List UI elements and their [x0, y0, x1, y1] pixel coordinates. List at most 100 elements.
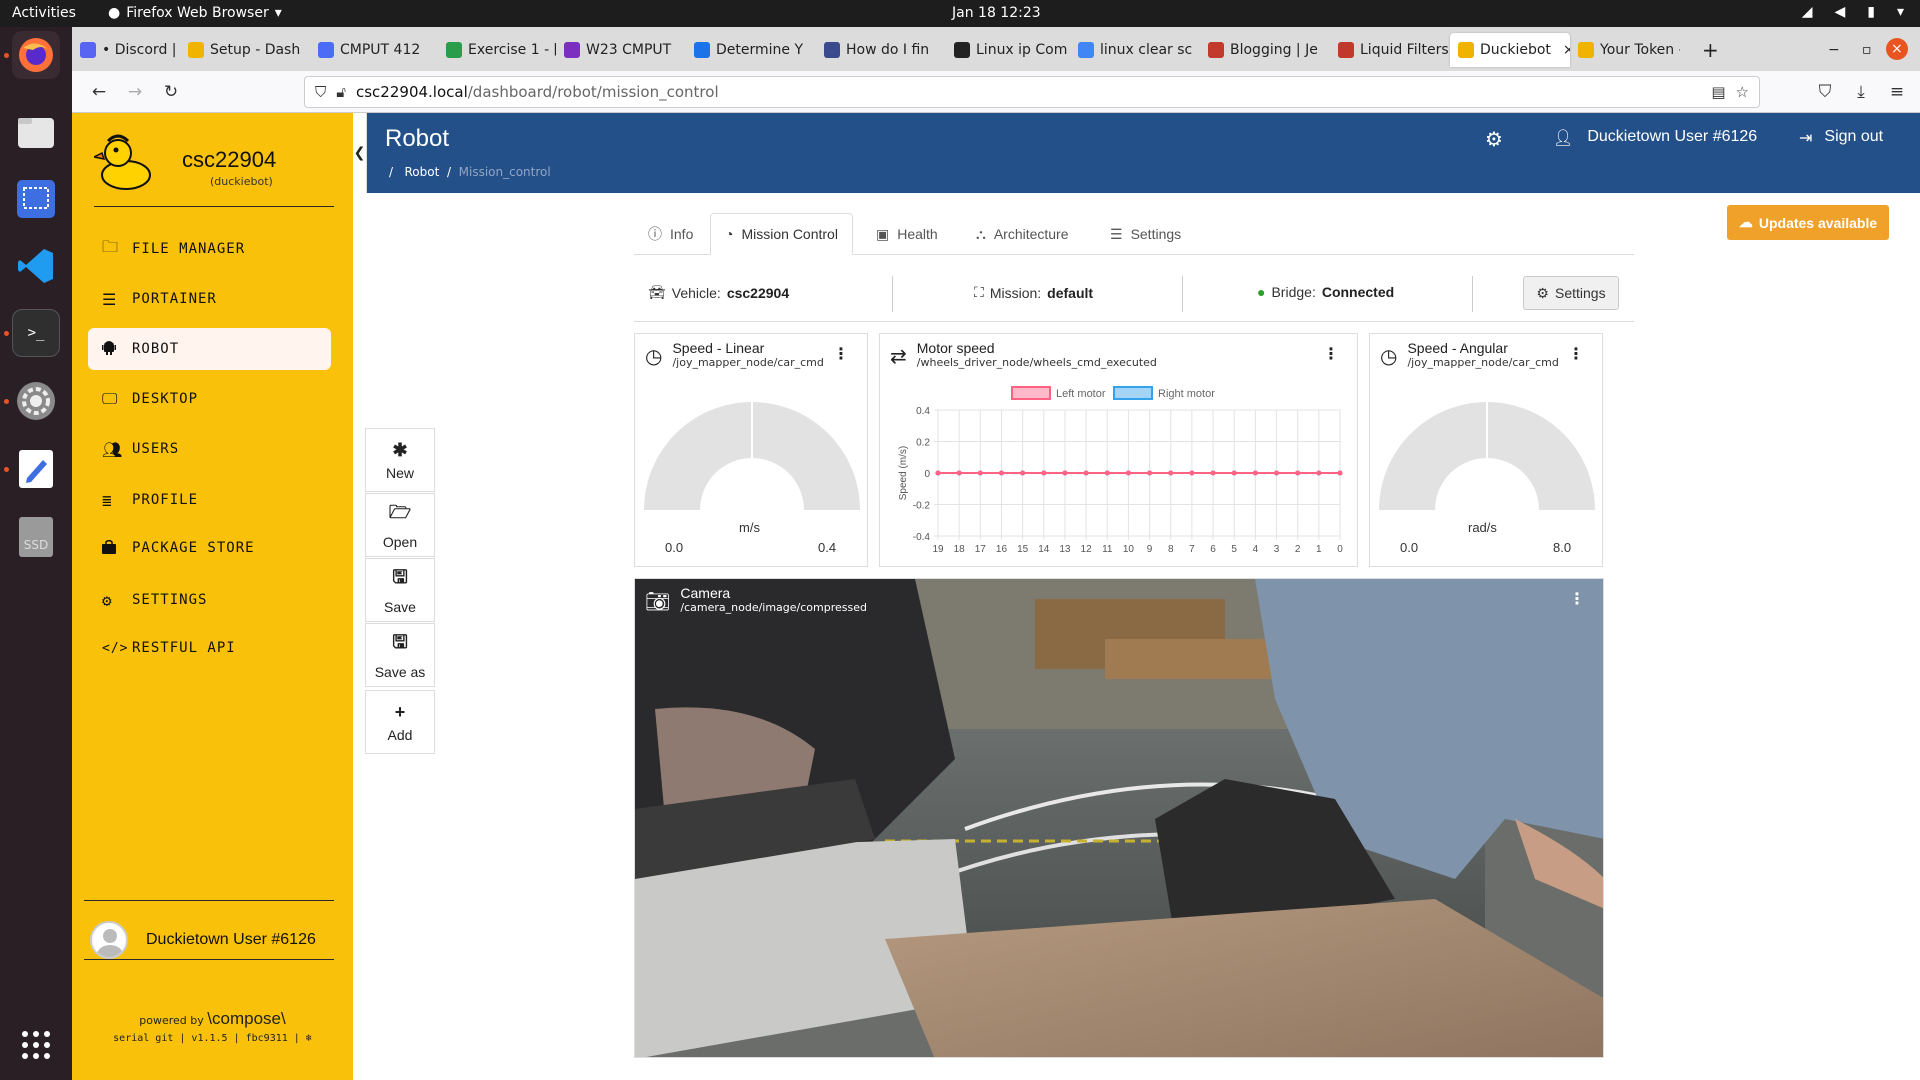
x-tick-label: 11 — [1102, 544, 1113, 555]
sidebar-item-robot[interactable]: ROBOT — [88, 328, 331, 370]
sidebar-item-profile[interactable]: ≣ PROFILE — [88, 479, 331, 521]
tab-settings[interactable]: ☰ Settings — [1096, 213, 1195, 255]
tab-info[interactable]: ⓘ Info — [634, 213, 707, 255]
save-button[interactable]: 🖫︎ Save — [365, 558, 435, 622]
clock[interactable]: Jan 18 12:23 — [952, 5, 1041, 21]
url-bar[interactable]: ⛉ 🔓︎ csc22904.local/dashboard/robot/miss… — [304, 76, 1760, 108]
x-tick-label: 16 — [996, 544, 1008, 555]
browser-tab[interactable]: Setup - Dash — [180, 33, 310, 67]
updates-available-button[interactable]: ☁ Updates available — [1727, 205, 1889, 240]
close-tab-icon[interactable]: × — [1557, 42, 1570, 58]
browser-tab[interactable]: How do I fin — [816, 33, 946, 67]
browser-tab[interactable]: CMPUT 412 — [310, 33, 438, 67]
data-point — [998, 470, 1004, 476]
list-icon: ≣ — [102, 490, 113, 510]
sidebar-item-package-store[interactable]: PACKAGE STORE — [88, 527, 331, 569]
tool-label: Save — [384, 599, 416, 615]
lock-icon: 🔓︎ — [336, 83, 346, 101]
y-tick-label: -0.2 — [913, 501, 931, 512]
mission-settings-button[interactable]: ⚙ Settings — [1523, 276, 1619, 310]
sidebar-item-label: RESTFUL API — [132, 640, 236, 656]
minimize-button[interactable]: − — [1820, 33, 1840, 67]
browser-tab[interactable]: • Discord | # — [72, 33, 180, 67]
reader-view-icon[interactable]: ▤ — [1711, 83, 1725, 101]
sidebar-collapse-button[interactable]: ❮ — [353, 113, 367, 193]
save-as-button[interactable]: 🖫︎ Save as — [365, 623, 435, 687]
tab-mission-control[interactable]: ◔ Mission Control — [710, 213, 853, 255]
header-user[interactable]: 👤︎ Duckietown User #6126 — [1553, 128, 1757, 148]
x-tick-label: 3 — [1274, 544, 1280, 555]
tab-label: W23 CMPUT — [586, 42, 672, 58]
cloud-download-icon: ☁ — [1738, 214, 1753, 230]
forward-button[interactable]: → — [122, 79, 148, 105]
settings-icon[interactable] — [12, 377, 60, 425]
header-user-name: Duckietown User #6126 — [1587, 128, 1758, 145]
reload-button[interactable]: ↻ — [158, 79, 184, 105]
browser-tab[interactable]: Your Token - — [1570, 33, 1680, 67]
tool-label: Open — [382, 534, 418, 550]
screenshot-icon[interactable] — [12, 175, 60, 223]
browser-tab[interactable]: linux clear sc — [1070, 33, 1200, 67]
speed-linear-widget: ◷ Speed - Linear /joy_mapper_node/car_cm… — [634, 333, 868, 567]
browser-nav-bar: ← → ↻ ⛉ 🔓︎ csc22904.local/dashboard/robo… — [72, 71, 1920, 113]
add-button[interactable]: + Add — [365, 690, 435, 754]
close-window-button[interactable]: × — [1886, 38, 1908, 60]
gear-icon[interactable]: ⚙ — [1485, 127, 1503, 151]
ssd-drive-icon[interactable]: SSD — [12, 513, 60, 561]
browser-tab[interactable]: W23 CMPUT — [556, 33, 686, 67]
browser-tab[interactable]: Liquid Filters — [1330, 33, 1450, 67]
back-button[interactable]: ← — [86, 79, 112, 105]
robot-type: (duckiebot) — [210, 175, 273, 188]
sidebar-item-desktop[interactable]: 🖵︎ DESKTOP — [88, 378, 331, 420]
text-editor-icon[interactable] — [12, 445, 60, 493]
terminal-icon[interactable]: >_ — [12, 309, 60, 357]
app-grid-icon[interactable] — [12, 1021, 60, 1069]
y-tick-label: 0 — [924, 469, 930, 480]
sidebar-item-portainer[interactable]: ☰ PORTAINER — [88, 278, 331, 320]
mission-status: ⛶ Mission: default — [974, 284, 1093, 301]
sidebar-item-restful-api[interactable]: </> RESTFUL API — [88, 627, 331, 669]
firefox-dock-icon[interactable] — [12, 31, 60, 79]
x-tick-label: 5 — [1231, 544, 1237, 555]
browser-tab[interactable]: Blogging | Je — [1200, 33, 1330, 67]
x-tick-label: 14 — [1038, 544, 1050, 555]
bookmark-star-icon[interactable]: ☆ — [1736, 83, 1759, 101]
open-button[interactable]: 🗁︎ Open — [365, 493, 435, 557]
browser-tab[interactable]: Determine Y — [686, 33, 816, 67]
data-point — [1168, 470, 1174, 476]
tab-favicon-icon — [1208, 42, 1224, 58]
vscode-icon[interactable] — [12, 242, 60, 290]
system-tray[interactable]: ◢ ◀ ▮ ▾ — [1802, 4, 1904, 20]
menu-icon[interactable]: ≡ — [1884, 79, 1910, 105]
downloads-icon[interactable]: ⤓ — [1848, 79, 1874, 105]
app-menu[interactable]: ● Firefox Web Browser ▾ — [108, 5, 282, 21]
camera-widget: 📷︎ Camera /camera_node/image/compressed … — [634, 578, 1604, 1058]
duckietown-logo-icon — [94, 134, 151, 190]
sign-out-button[interactable]: ⇥ Sign out — [1799, 128, 1883, 148]
pocket-icon[interactable]: ⛉ — [1812, 79, 1838, 105]
breadcrumb: / Robot / Mission_control — [389, 165, 551, 179]
sidebar-user[interactable]: Duckietown User #6126 — [84, 900, 334, 960]
browser-tab[interactable]: Duckiebot × — [1450, 33, 1570, 67]
maximize-button[interactable]: ▫ — [1854, 33, 1872, 67]
android-icon — [102, 339, 132, 359]
sidebar-item-users[interactable]: 👥︎ USERS — [88, 428, 331, 470]
widget-menu-icon[interactable]: ⋮ — [1569, 589, 1585, 608]
new-tab-button[interactable]: + — [1694, 33, 1719, 67]
tab-favicon-icon — [188, 42, 204, 58]
browser-tab[interactable]: Exercise 1 - [ — [438, 33, 556, 67]
breadcrumb-robot[interactable]: Robot — [405, 165, 440, 179]
sidebar-item-file-manager[interactable]: 🗀︎ FILE MANAGER — [88, 228, 331, 270]
new-button[interactable]: ✱ New — [365, 428, 435, 492]
sidebar-item-settings[interactable]: ⚙ SETTINGS — [88, 579, 331, 621]
info-icon: ⓘ — [648, 226, 662, 242]
browser-tab[interactable]: Linux ip Com — [946, 33, 1070, 67]
tab-health[interactable]: ▣ Health — [862, 213, 952, 255]
tab-architecture[interactable]: ⛬ Architecture — [962, 213, 1083, 255]
x-tick-label: 1 — [1316, 544, 1322, 555]
sidebar-item-label: USERS — [132, 441, 180, 457]
activities-button[interactable]: Activities — [12, 5, 76, 21]
sidebar-item-label: FILE MANAGER — [132, 241, 246, 257]
files-icon[interactable] — [12, 108, 60, 156]
camera-feed-image — [635, 579, 1603, 1057]
